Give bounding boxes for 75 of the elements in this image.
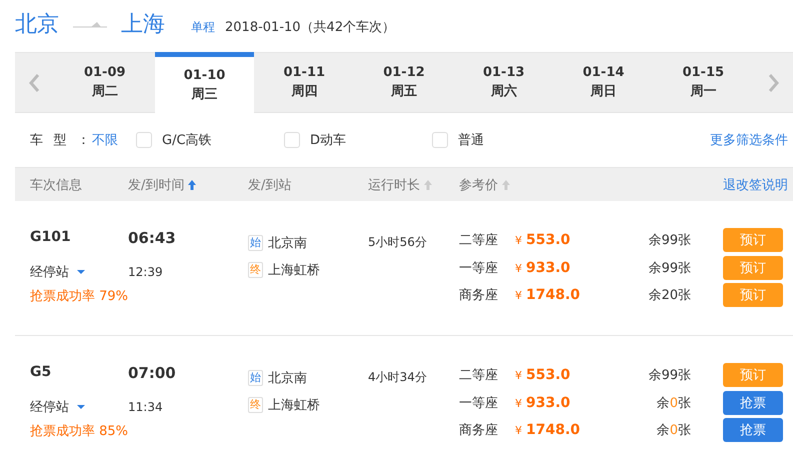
stops-link[interactable]: 经停站 [30, 392, 85, 422]
book-button[interactable]: 预订 [723, 228, 783, 252]
station-name: 北京南 [268, 234, 307, 252]
checkbox[interactable] [432, 132, 448, 148]
checkbox-label: G/C高铁 [162, 132, 212, 149]
checkbox[interactable] [284, 132, 300, 148]
seat-class: 二等座 [459, 366, 499, 384]
chevron-right-icon [768, 74, 779, 92]
tickets-remaining: 余99张 [647, 260, 692, 276]
seat-class: 一等座 [459, 260, 499, 276]
date-tab[interactable]: 01-09 周二 [54, 53, 155, 112]
seat-price: ¥ 1748.0 [515, 287, 582, 304]
book-button[interactable]: 预订 [723, 283, 783, 308]
date-tab[interactable]: 01-11 周四 [254, 53, 354, 112]
column-header[interactable]: 参考价 [459, 176, 498, 194]
trip-type: 单程 [191, 18, 215, 36]
caret-down-icon [77, 270, 85, 274]
chevron-left-icon [29, 74, 40, 92]
column-header: 发/到站 [248, 176, 292, 194]
seat-price: ¥ 553.0 [515, 232, 572, 248]
seat-class: 商务座 [459, 422, 499, 440]
duration: 4小时34分 [368, 369, 428, 386]
train-number: G5 [30, 364, 52, 382]
grab-ticket-button[interactable]: 抢票 [723, 390, 783, 414]
column-header: 车次信息 [30, 176, 83, 194]
filter-value-link[interactable]: 不限 [92, 131, 118, 149]
route-arrow-icon [73, 20, 107, 28]
seat-price: ¥ 933.0 [515, 260, 572, 276]
date-tab[interactable]: 01-14 周日 [554, 53, 654, 112]
tickets-remaining: 余99张 [647, 232, 692, 249]
checkbox-label: 普通 [458, 132, 485, 149]
station-badge: 始 [248, 370, 263, 386]
station-badge: 终 [248, 262, 263, 278]
checkbox-label: D动车 [310, 132, 348, 149]
departure-time: 06:43 [128, 229, 177, 249]
duration: 5小时56分 [368, 234, 428, 251]
station-name: 上海虹桥 [268, 396, 320, 414]
date-summary: 2018-01-10（共42个车次） [225, 19, 396, 36]
seat-price: ¥ 553.0 [515, 366, 572, 383]
station-badge: 始 [248, 234, 263, 250]
caret-down-icon [77, 405, 85, 409]
date-tab[interactable]: 01-15 周一 [653, 53, 754, 112]
tickets-remaining: 余20张 [647, 287, 692, 304]
checkbox[interactable] [136, 132, 152, 148]
seat-class: 商务座 [459, 287, 499, 304]
station-badge: 终 [248, 396, 263, 412]
date-tab[interactable]: 01-12 周五 [354, 53, 454, 112]
departure-city: 北京 [15, 11, 59, 39]
date-tab[interactable]: 01-10 周三 [154, 52, 254, 113]
book-button[interactable]: 预订 [723, 362, 783, 387]
seat-class: 一等座 [459, 394, 499, 412]
more-filters-link[interactable]: 更多筛选条件 [710, 131, 788, 149]
tickets-remaining: 余0张 [656, 394, 692, 412]
book-button[interactable]: 预订 [723, 256, 783, 280]
train-number: G101 [30, 229, 72, 247]
station-name: 北京南 [268, 370, 307, 386]
departure-time: 07:00 [128, 364, 177, 384]
arrival-time: 12:39 [128, 264, 164, 281]
stops-link[interactable]: 经停站 [30, 257, 85, 287]
seat-price: ¥ 1748.0 [515, 422, 582, 438]
date-tab[interactable]: 01-13 周六 [454, 53, 554, 112]
tickets-remaining: 余99张 [647, 366, 692, 384]
tickets-remaining: 余0张 [656, 422, 692, 440]
filter-label: 车型： [30, 132, 90, 149]
column-header[interactable]: 发/到时间 [128, 176, 184, 194]
grab-ticket-button[interactable]: 抢票 [723, 418, 783, 442]
arrival-city: 上海 [121, 11, 165, 39]
success-rate: 抢票成功率 85% [30, 423, 128, 440]
success-rate: 抢票成功率 79% [30, 288, 128, 305]
refund-policy-link[interactable]: 退改签说明 [723, 176, 788, 194]
column-header[interactable]: 运行时长 [368, 176, 420, 194]
seat-class: 二等座 [459, 232, 499, 249]
station-name: 上海虹桥 [268, 262, 320, 278]
arrival-time: 11:34 [128, 399, 164, 416]
seat-price: ¥ 933.0 [515, 394, 572, 410]
